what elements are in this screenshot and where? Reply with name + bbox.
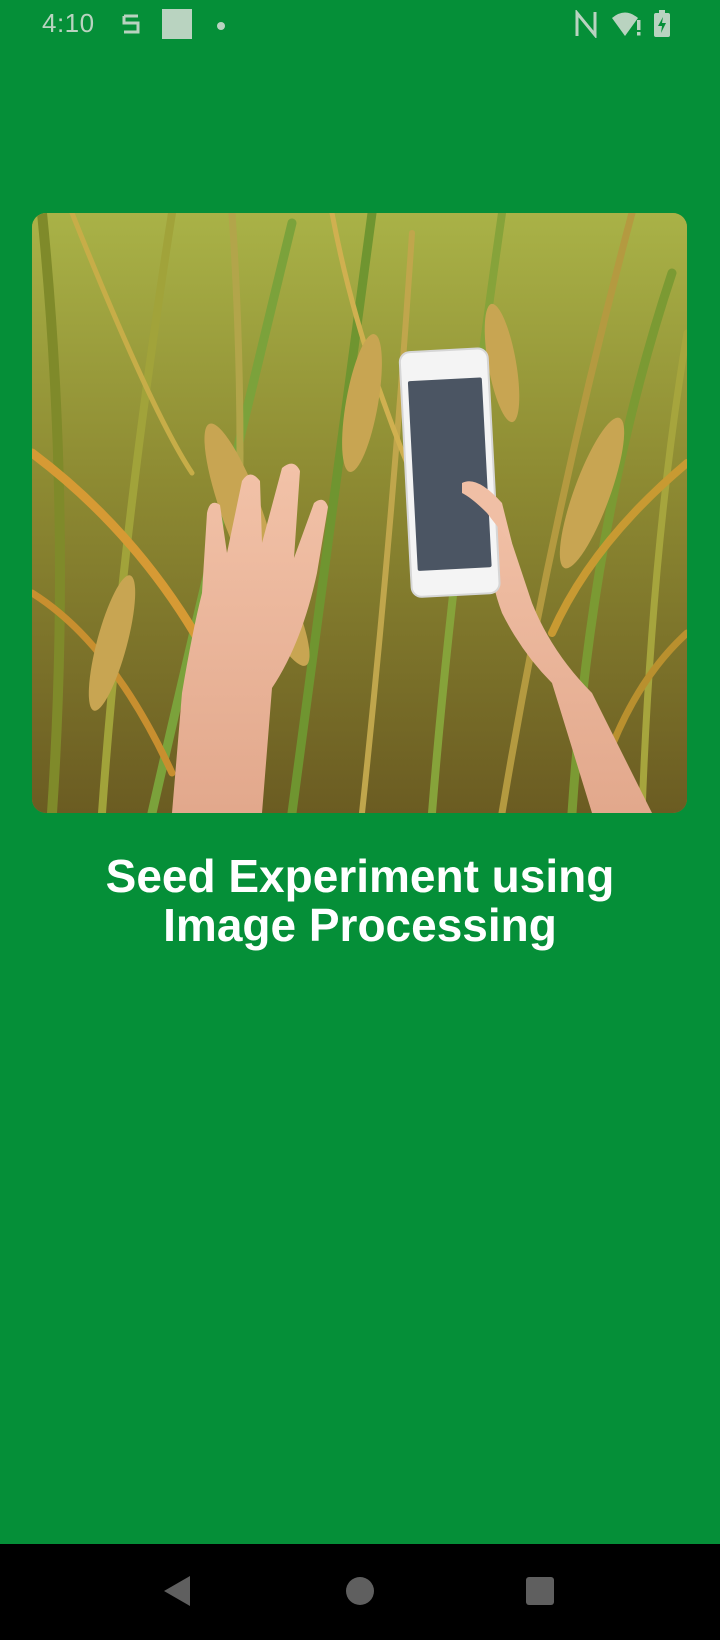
app-title: Seed Experiment using Image Processing	[40, 852, 680, 950]
back-icon[interactable]	[162, 1574, 192, 1613]
app-title-line1: Seed Experiment using	[105, 850, 615, 902]
hero-image	[32, 213, 687, 813]
recents-icon[interactable]	[525, 1575, 555, 1612]
navigation-bar	[0, 1544, 720, 1640]
square-notification-icon	[162, 9, 192, 44]
status-bar: 4:10	[0, 0, 720, 48]
home-icon[interactable]	[345, 1574, 375, 1613]
nfc-icon	[574, 8, 598, 43]
sync-icon	[120, 10, 142, 43]
wifi-alert-icon	[610, 10, 644, 43]
dot-icon	[216, 18, 226, 36]
app-title-line2: Image Processing	[163, 899, 557, 951]
status-time: 4:10	[42, 8, 95, 38]
battery-charging-icon	[653, 10, 671, 43]
